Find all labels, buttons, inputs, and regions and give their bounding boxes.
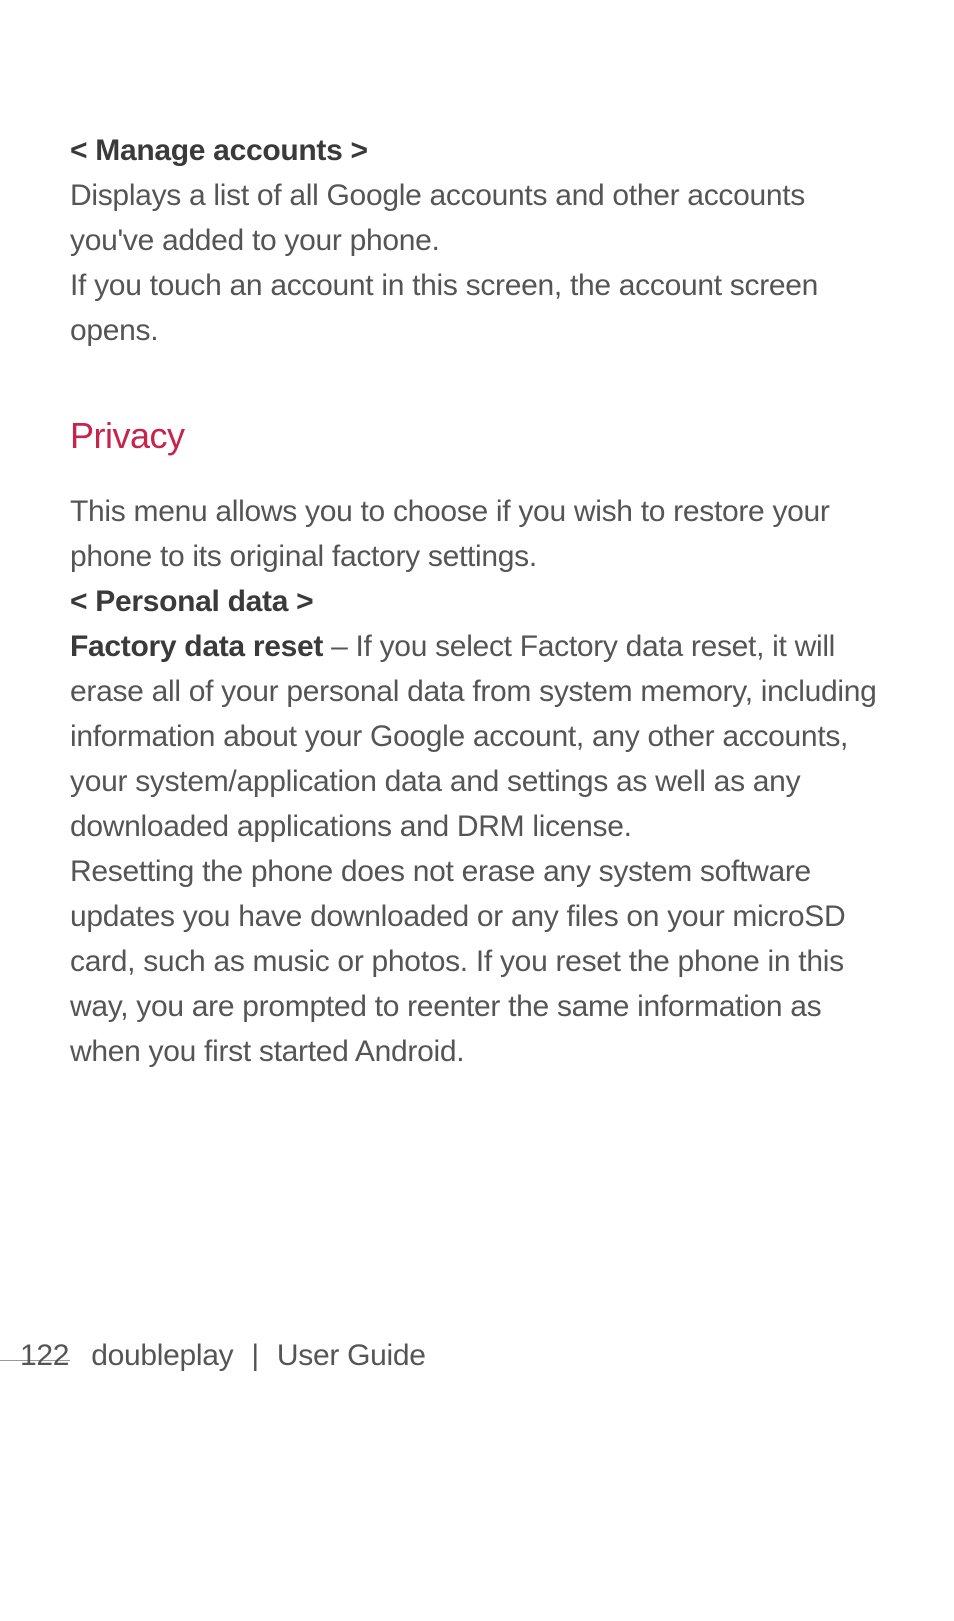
factory-reset-bold: Factory data reset xyxy=(70,630,323,663)
manage-accounts-para2: If you touch an account in this screen, … xyxy=(70,263,884,353)
manage-accounts-para1: Displays a list of all Google accounts a… xyxy=(70,173,884,263)
reset-note: Resetting the phone does not erase any s… xyxy=(70,849,884,1074)
privacy-heading: Privacy xyxy=(70,415,884,457)
factory-reset-para: Factory data reset – If you select Facto… xyxy=(70,624,884,849)
manage-accounts-label: < Manage accounts > xyxy=(70,128,884,173)
privacy-intro: This menu allows you to choose if you wi… xyxy=(70,489,884,579)
footer-separator: | xyxy=(251,1339,259,1372)
personal-data-label: < Personal data > xyxy=(70,579,884,624)
page-content: < Manage accounts > Displays a list of a… xyxy=(0,0,954,1074)
footer-doctype: User Guide xyxy=(277,1339,426,1372)
footer: 122 doubleplay | User Guide xyxy=(20,1339,426,1373)
footer-product: doubleplay xyxy=(91,1339,233,1372)
page-number: 122 xyxy=(20,1339,69,1373)
